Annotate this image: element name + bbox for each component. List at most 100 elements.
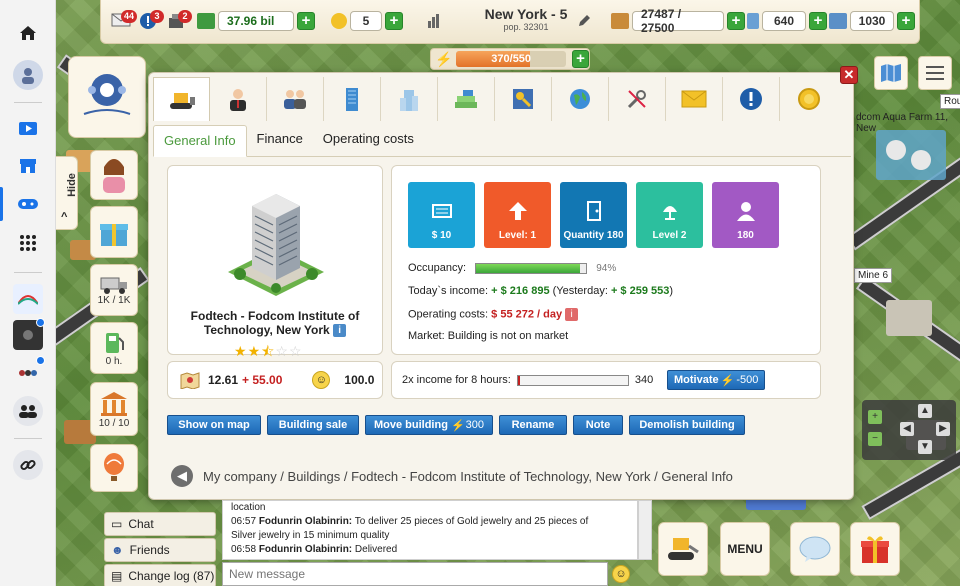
trucks-button[interactable]: 1K / 1K [90,264,138,316]
gaming-icon[interactable] [13,189,43,219]
note-button[interactable]: Note [573,415,623,435]
tab-alert-icon[interactable] [723,77,780,121]
close-dialog-button[interactable]: ✕ [840,66,858,84]
occupancy-row: Occupancy: 94% [408,262,616,274]
stat-tile-5[interactable]: 180 [712,182,779,248]
emoji-icon[interactable]: ☺ [612,565,630,583]
edit-pencil-icon[interactable] [577,14,591,28]
chat-author[interactable]: Fodunrin Olabinrin: [259,516,352,527]
balloon-button[interactable] [90,444,138,492]
costs-info-icon[interactable]: i [565,308,579,321]
stat-tile-1[interactable]: $ 10 [408,182,475,248]
gift-shop-button[interactable] [850,522,900,576]
link-icon[interactable] [13,450,43,480]
mail-icon[interactable]: 44 [111,10,138,30]
zoom-in-button[interactable]: + [868,410,882,424]
add-transport-button[interactable]: + [897,12,915,30]
chevron-up-icon: ^ [61,211,68,223]
motivate-button[interactable]: Motivate ⚡ -500 [667,370,766,390]
store-icon[interactable] [13,151,43,181]
stat-tile-4[interactable]: Level 2 [636,182,703,248]
map-label-farm: dcom Aqua Farm 11, New [856,112,949,134]
map-view-button[interactable] [874,56,908,90]
change-log-tab[interactable]: ▤ Change log (87) [104,564,216,586]
tab-building-icon[interactable] [324,77,381,121]
zoom-out-button[interactable]: − [868,432,882,446]
city-stats-icon[interactable] [426,13,442,29]
friends-tab[interactable]: ☻ Friends [104,538,216,562]
page-icon-2[interactable] [13,318,45,350]
add-workers-button[interactable]: + [727,12,745,30]
tab-upgrade-icon[interactable] [381,77,438,121]
add-coins-button[interactable]: + [385,12,403,30]
chat-message-input[interactable] [222,562,608,586]
energy-value: 370/550 [491,53,532,65]
page-icon-3[interactable] [13,356,45,388]
lamp-icon [662,206,677,220]
tab-coin-icon[interactable] [780,77,837,121]
tab-tools-icon[interactable] [609,77,666,121]
happiness-icon: ☺ [312,371,331,389]
home-icon[interactable] [13,18,43,48]
chat-scrollbar[interactable] [638,500,652,560]
chat-tab[interactable]: ▭ Chat [104,512,216,536]
city-info: New York - 5 pop. 32301 [466,6,586,32]
add-money-button[interactable]: + [297,12,315,30]
star-full-icon: ★ [234,343,248,359]
notices-count-badge: 2 [178,10,192,23]
groups-icon[interactable] [13,396,43,426]
tab-finance[interactable]: Finance [247,124,313,156]
occupancy-bar [475,262,588,274]
notices-icon[interactable]: 2 [167,10,192,30]
apps-grid-icon[interactable] [13,228,43,258]
chat-bubble-button[interactable] [790,522,840,576]
building-title: Fodtech - Fodcom Institute of Technology… [168,309,382,338]
pan-right-button[interactable]: ▶ [936,422,950,436]
add-buildings-button[interactable]: + [809,12,827,30]
hamburger-menu-button[interactable] [918,56,952,90]
tab-key-icon[interactable] [495,77,552,121]
menu-label: MENU [727,542,763,556]
stat-tile-3[interactable]: Quantity 180 [560,182,627,248]
tab-bulldozer-icon[interactable] [153,77,210,121]
tab-manager-icon[interactable] [210,77,267,121]
trucks-count: 1K / 1K [97,294,131,306]
tab-mail-icon[interactable] [666,77,723,121]
pan-up-button[interactable]: ▲ [918,404,932,418]
tab-employees-icon[interactable] [267,77,324,121]
tab-globe-icon[interactable] [552,77,609,121]
hide-panel-tab[interactable]: Hide ^ [56,156,78,230]
profile-avatar[interactable] [13,60,43,90]
chat-author[interactable]: Fodunrin Olabinrin: [259,544,352,555]
construction-button[interactable] [658,522,708,576]
stat-tile-2[interactable]: Level: 1 [484,182,551,248]
alert-icon[interactable]: 3 [139,10,164,30]
gift-button[interactable] [90,206,138,258]
info-icon[interactable]: i [333,324,347,338]
pan-left-button[interactable]: ◀ [900,422,914,436]
fuel-button[interactable]: 0 h. [90,322,138,374]
page-icon-1[interactable] [13,284,43,314]
yesterday-label: (Yesterday: [552,285,608,297]
building-sale-button[interactable]: Building sale [267,415,359,435]
city-name: New York - 5 [484,6,568,22]
tab-general-info[interactable]: General Info [153,125,247,157]
main-menu-button[interactable]: MENU [720,522,770,576]
costs-value: $ 55 272 / day [491,308,563,321]
tab-money-stack-icon[interactable] [438,77,495,121]
money-value: 37.96 bil [218,11,294,31]
back-arrow-icon[interactable]: ◀ [171,465,193,487]
tab-operating-costs[interactable]: Operating costs [313,124,424,156]
demolish-building-button[interactable]: Demolish building [629,415,745,435]
company-logo[interactable] [68,56,146,138]
rename-button[interactable]: Rename [499,415,567,435]
pan-down-button[interactable]: ▼ [918,440,932,454]
video-icon[interactable] [13,114,43,144]
building-dialog: General Info Finance Operating costs Fod… [148,72,854,500]
add-energy-button[interactable]: + [571,50,589,68]
browser-sidebar [0,0,56,586]
advisor-button[interactable] [90,150,138,200]
show-on-map-button[interactable]: Show on map [167,415,261,435]
bank-button[interactable]: 10 / 10 [90,382,138,436]
move-building-button[interactable]: Move building ⚡ 300 [365,415,493,435]
